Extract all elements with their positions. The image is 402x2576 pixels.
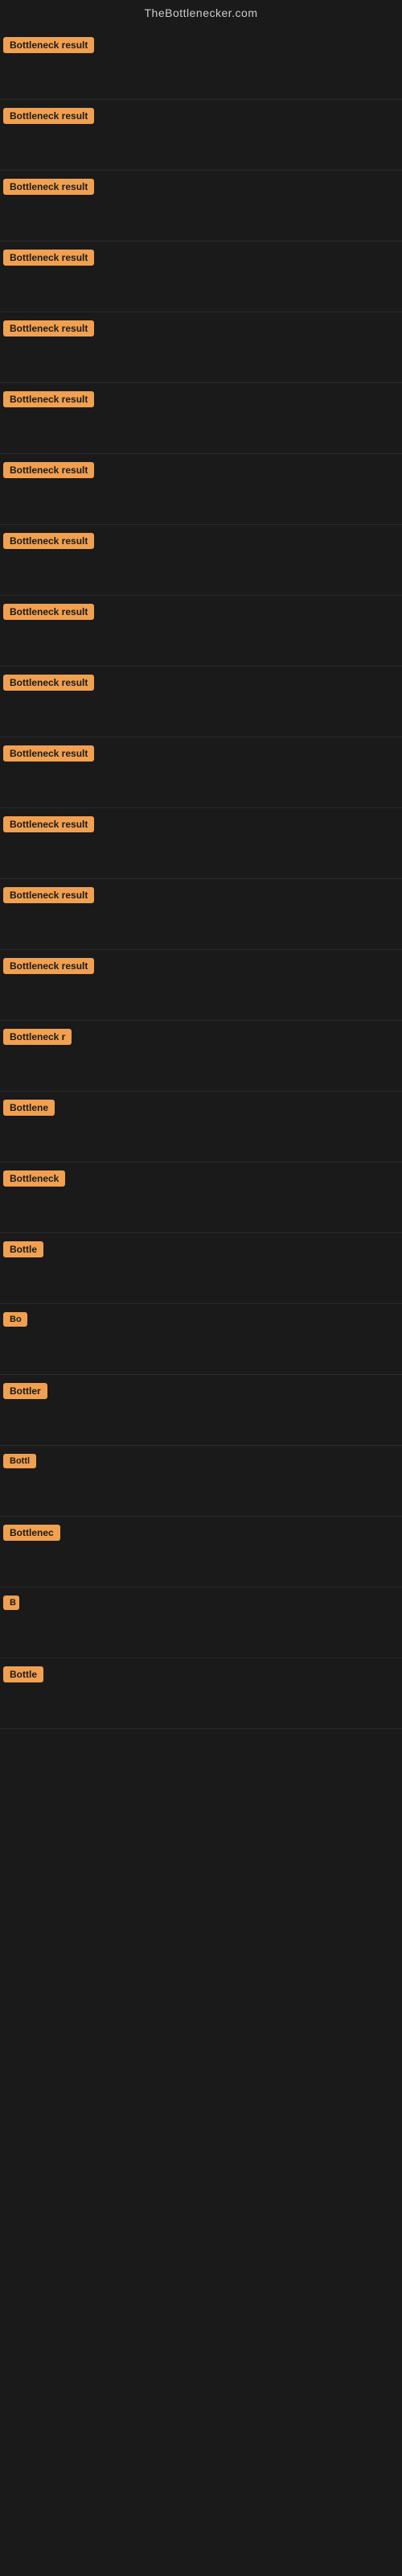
result-row-12: Bottleneck result: [0, 808, 402, 879]
result-row-22: Bottlenec: [0, 1517, 402, 1587]
result-row-5: Bottleneck result: [0, 312, 402, 383]
bottleneck-badge-17[interactable]: Bottleneck: [3, 1170, 65, 1187]
result-row-9: Bottleneck result: [0, 596, 402, 667]
result-row-15: Bottleneck r: [0, 1021, 402, 1092]
result-row-1: Bottleneck result: [0, 29, 402, 100]
bottleneck-badge-15[interactable]: Bottleneck r: [3, 1029, 72, 1045]
result-row-14: Bottleneck result: [0, 950, 402, 1021]
result-row-23: B: [0, 1587, 402, 1658]
result-row-11: Bottleneck result: [0, 737, 402, 808]
bottleneck-badge-6[interactable]: Bottleneck result: [3, 391, 94, 407]
bottleneck-badge-5[interactable]: Bottleneck result: [3, 320, 94, 336]
result-row-19: Bo: [0, 1304, 402, 1375]
bottleneck-badge-14[interactable]: Bottleneck result: [3, 958, 94, 974]
result-row-4: Bottleneck result: [0, 242, 402, 312]
bottleneck-badge-23[interactable]: B: [3, 1596, 19, 1610]
bottleneck-badge-1[interactable]: Bottleneck result: [3, 37, 94, 53]
bottleneck-badge-3[interactable]: Bottleneck result: [3, 179, 94, 195]
bottleneck-badge-2[interactable]: Bottleneck result: [3, 108, 94, 124]
bottleneck-badge-10[interactable]: Bottleneck result: [3, 675, 94, 691]
bottleneck-badge-16[interactable]: Bottlene: [3, 1100, 55, 1116]
bottleneck-badge-24[interactable]: Bottle: [3, 1666, 43, 1682]
result-row-13: Bottleneck result: [0, 879, 402, 950]
result-row-2: Bottleneck result: [0, 100, 402, 171]
results-list: Bottleneck result Bottleneck result Bottle…: [0, 29, 402, 1729]
bottleneck-badge-19[interactable]: Bo: [3, 1312, 27, 1327]
result-row-24: Bottle: [0, 1658, 402, 1729]
bottleneck-badge-18[interactable]: Bottle: [3, 1241, 43, 1257]
bottleneck-badge-9[interactable]: Bottleneck result: [3, 604, 94, 620]
result-row-17: Bottleneck: [0, 1162, 402, 1233]
bottleneck-badge-7[interactable]: Bottleneck result: [3, 462, 94, 478]
bottleneck-badge-20[interactable]: Bottler: [3, 1383, 47, 1399]
result-row-18: Bottle: [0, 1233, 402, 1304]
bottleneck-badge-22[interactable]: Bottlenec: [3, 1525, 60, 1541]
result-row-20: Bottler: [0, 1375, 402, 1446]
bottleneck-badge-11[interactable]: Bottleneck result: [3, 745, 94, 762]
result-row-7: Bottleneck result: [0, 454, 402, 525]
result-row-6: Bottleneck result: [0, 383, 402, 454]
bottleneck-badge-4[interactable]: Bottleneck result: [3, 250, 94, 266]
result-row-3: Bottleneck result: [0, 171, 402, 242]
site-header: TheBottlenecker.com: [0, 0, 402, 29]
result-row-16: Bottlene: [0, 1092, 402, 1162]
bottleneck-badge-13[interactable]: Bottleneck result: [3, 887, 94, 903]
bottleneck-badge-12[interactable]: Bottleneck result: [3, 816, 94, 832]
result-row-8: Bottleneck result: [0, 525, 402, 596]
result-row-21: Bottl: [0, 1446, 402, 1517]
bottleneck-badge-21[interactable]: Bottl: [3, 1454, 36, 1468]
site-title: TheBottlenecker.com: [0, 0, 402, 29]
result-row-10: Bottleneck result: [0, 667, 402, 737]
bottleneck-badge-8[interactable]: Bottleneck result: [3, 533, 94, 549]
